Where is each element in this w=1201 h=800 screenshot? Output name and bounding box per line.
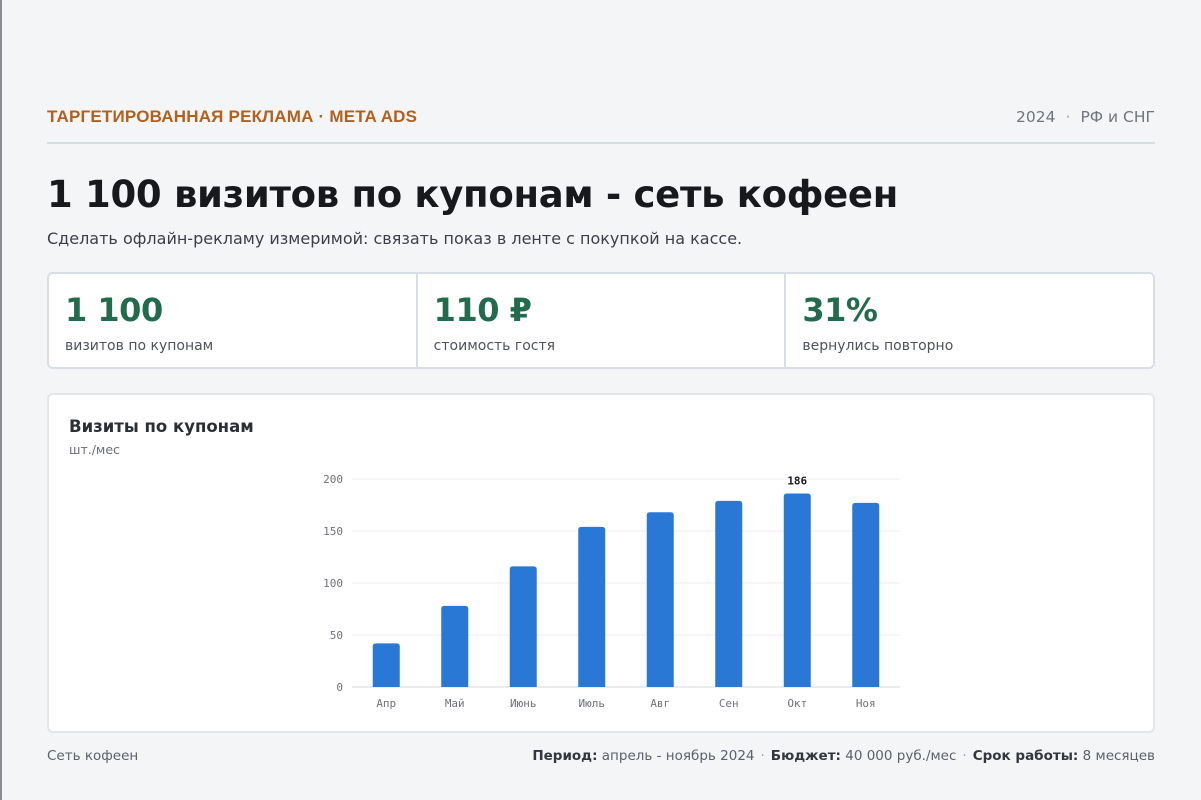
kpi-returning: 31% вернулись повторно <box>786 274 1153 367</box>
kpi-label: вернулись повторно <box>802 338 954 354</box>
bar <box>372 643 400 687</box>
period-value: апрель - ноябрь 2024 <box>601 748 755 764</box>
kpi-value: 110 ₽ <box>433 291 532 329</box>
bar <box>783 493 811 687</box>
header-bar: ТАРГЕТИРОВАННАЯ РЕКЛАМА · META ADS 2024 … <box>47 106 1155 128</box>
campaign-details: Период: апрель - ноябрь 2024 · Бюджет: 40 … <box>532 748 1155 764</box>
chart-card: Визиты по купонам шт./мес 0 50 100 150 200 Ап… <box>47 393 1155 733</box>
x-tick-label: Окт <box>787 697 807 710</box>
kpi-value: 1 100 <box>65 291 163 329</box>
y-tick-label: 100 <box>323 577 343 590</box>
kpi-visits: 1 100 визитов по купонам <box>49 274 418 367</box>
budget-value: 40 000 руб./мес <box>845 748 957 764</box>
kpi-label: стоимость гостя <box>433 338 556 354</box>
bar <box>509 566 537 687</box>
header-divider <box>47 142 1155 144</box>
bar-chart: 0 50 100 150 200 Апр Май Июнь Июль Авг Сен Окт Ноя 18… <box>323 473 900 710</box>
y-tick-label: 0 <box>336 681 343 694</box>
region-label: РФ и СНГ <box>1080 108 1155 126</box>
y-tick-label: 50 <box>330 629 343 642</box>
category-kicker: ТАРГЕТИРОВАННАЯ РЕКЛАМА · META ADS <box>47 107 418 126</box>
kpi-label: визитов по купонам <box>65 338 214 354</box>
x-tick-label: Апр <box>376 697 396 710</box>
data-label: 186 <box>787 475 807 488</box>
period-label: Период: <box>532 748 598 764</box>
header-meta: 2024 · РФ и СНГ <box>1016 108 1155 126</box>
bar <box>441 605 469 687</box>
x-tick-label: Май <box>445 697 465 710</box>
bar <box>852 502 880 687</box>
year-label: 2024 <box>1016 108 1056 126</box>
page-title: 1 100 визитов по купонам - сеть кофеен <box>47 173 898 216</box>
bar <box>578 526 606 687</box>
page-subtitle: Сделать офлайн-рекламу измеримой: связат… <box>47 229 743 248</box>
kpi-cost: 110 ₽ стоимость гостя <box>418 274 787 367</box>
y-tick-label: 200 <box>323 473 343 486</box>
kpi-panel: 1 100 визитов по купонам 110 ₽ стоимость… <box>47 272 1155 369</box>
client-name: Сеть кофеен <box>47 748 139 764</box>
x-tick-label: Авг <box>650 697 670 710</box>
budget-label: Бюджет: <box>770 748 841 764</box>
bar <box>715 500 743 687</box>
x-tick-label: Сен <box>719 697 739 710</box>
duration-label: Срок работы: <box>972 748 1079 764</box>
bar <box>646 512 674 687</box>
footer-separator: · <box>760 748 765 764</box>
duration-value: 8 месяцев <box>1082 748 1155 764</box>
y-tick-label: 150 <box>323 525 343 538</box>
footer: Сеть кофеен Период: апрель - ноябрь 2024… <box>47 748 1155 764</box>
meta-separator: · <box>1065 108 1071 126</box>
x-tick-label: Июнь <box>510 697 537 710</box>
x-tick-label: Ноя <box>856 697 876 710</box>
footer-separator: · <box>962 748 967 764</box>
case-study-page: ТАРГЕТИРОВАННАЯ РЕКЛАМА · META ADS 2024 … <box>47 0 1155 800</box>
x-tick-label: Июль <box>579 697 606 710</box>
kpi-value: 31% <box>802 291 878 329</box>
